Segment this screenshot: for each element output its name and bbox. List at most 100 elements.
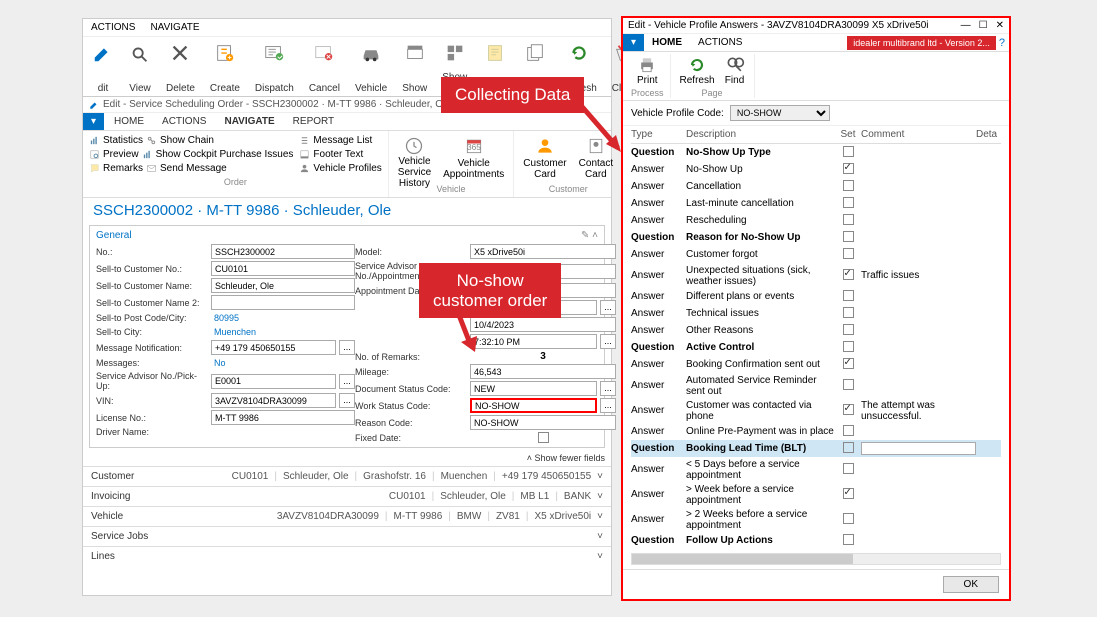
set-checkbox[interactable] (843, 214, 854, 225)
set-checkbox[interactable] (843, 379, 854, 390)
vpa-row[interactable]: Answer< 5 Days before a service appointm… (631, 457, 1001, 482)
set-checkbox[interactable] (843, 307, 854, 318)
field-lookup[interactable]: ... (600, 381, 616, 396)
field-input[interactable] (211, 295, 355, 310)
ribbon-big-item[interactable]: Customer Card (518, 134, 571, 182)
section-row-vehicle[interactable]: Vehicle3AVZV8104DRA30099|M-TT 9986|BMW|Z… (83, 506, 611, 526)
field-link[interactable]: 80995 (211, 312, 242, 324)
set-checkbox[interactable] (843, 463, 854, 474)
refresh-button[interactable]: Refresh (677, 54, 718, 87)
vpa-code-select[interactable]: NO-SHOW (730, 105, 830, 121)
main-file-menu[interactable]: ▾ (83, 113, 104, 130)
section-row-invoicing[interactable]: InvoicingCU0101|Schleuder, Ole|MB L1|BAN… (83, 486, 611, 506)
bg-tb-dit[interactable]: dit (86, 40, 120, 96)
set-checkbox[interactable] (843, 404, 854, 415)
order-item[interactable]: Footer Text (297, 148, 383, 161)
col-deta[interactable]: Deta (976, 129, 1001, 140)
vpa-row[interactable]: AnswerCustomer was contacted via phoneTh… (631, 398, 1001, 423)
field-link[interactable]: No (211, 357, 229, 369)
comment-input[interactable] (861, 442, 976, 455)
section-row-service jobs[interactable]: Service Jobs ˅ (83, 526, 611, 546)
vpa-file-menu[interactable]: ▾ (623, 34, 644, 51)
col-type[interactable]: Type (631, 129, 686, 140)
set-checkbox[interactable] (843, 324, 854, 335)
vpa-row[interactable]: AnswerUnexpected situations (sick, weath… (631, 263, 1001, 288)
col-set[interactable]: Set (835, 129, 861, 140)
bg-nav-navigate[interactable]: NAVIGATE (150, 22, 199, 33)
field-input[interactable] (211, 244, 355, 259)
vpa-row[interactable]: AnswerOnline Pre-Payment was in place (631, 423, 1001, 440)
field-input[interactable] (211, 393, 336, 408)
vpa-row[interactable]: Answer> Week before a service appointmen… (631, 482, 1001, 507)
set-checkbox[interactable] (843, 197, 854, 208)
horizontal-scrollbar[interactable] (631, 553, 1001, 565)
vpa-row[interactable]: AnswerCancellation (631, 178, 1001, 195)
section-gear-icon[interactable]: ✎ ˄ (581, 230, 598, 241)
set-checkbox[interactable] (843, 341, 854, 352)
section-row-customer[interactable]: CustomerCU0101|Schleuder, Ole|Grashofstr… (83, 466, 611, 486)
set-checkbox[interactable] (843, 442, 854, 453)
order-item[interactable]: Vehicle Profiles (297, 162, 383, 175)
vpa-row[interactable]: AnswerRescheduling (631, 212, 1001, 229)
vpa-row[interactable]: QuestionNo-Show Up Type (631, 144, 1001, 161)
vpa-row[interactable]: QuestionReason for No-Show Up (631, 229, 1001, 246)
vpa-row[interactable]: AnswerCustomer forgot (631, 246, 1001, 263)
field-link[interactable]: Muenchen (211, 326, 259, 338)
set-checkbox[interactable] (843, 231, 854, 242)
field-lookup[interactable]: ... (600, 398, 616, 413)
col-description[interactable]: Description (686, 129, 835, 140)
vpa-row[interactable]: AnswerNo-Show Up (631, 161, 1001, 178)
minimize-icon[interactable]: ― (961, 20, 971, 31)
bg-tb-vehicle[interactable]: Vehicle (349, 40, 393, 96)
order-item[interactable]: RemarksSend Message (87, 162, 295, 175)
field-lookup[interactable]: ... (600, 300, 616, 315)
bg-tb-dispatch[interactable]: Dispatch (249, 40, 300, 96)
field-input[interactable] (470, 244, 616, 259)
vpa-tab-home[interactable]: HOME (644, 34, 690, 51)
set-checkbox[interactable] (843, 488, 854, 499)
bg-tb-view[interactable]: View (123, 40, 157, 96)
vpa-row[interactable]: AnswerBooking Confirmation sent out (631, 356, 1001, 373)
help-icon[interactable]: ? (999, 37, 1005, 49)
bg-nav-actions[interactable]: ACTIONS (91, 22, 135, 33)
field-lookup[interactable]: ... (339, 393, 355, 408)
section-row-lines[interactable]: Lines ˅ (83, 546, 611, 566)
vpa-row[interactable]: QuestionFollow Up Actions (631, 532, 1001, 549)
col-comment[interactable]: Comment (861, 129, 976, 140)
field-input[interactable] (211, 340, 336, 355)
set-checkbox[interactable] (843, 180, 854, 191)
set-checkbox[interactable] (843, 358, 854, 369)
field-input[interactable] (211, 410, 355, 425)
set-checkbox[interactable] (843, 425, 854, 436)
field-input[interactable] (470, 317, 616, 332)
field-input[interactable] (211, 261, 355, 276)
print-button[interactable]: Print (634, 54, 661, 87)
find-button[interactable]: Find (722, 54, 748, 87)
maximize-icon[interactable]: ☐ (979, 20, 988, 31)
set-checkbox[interactable] (843, 146, 854, 157)
vpa-row[interactable]: AnswerTechnical issues (631, 305, 1001, 322)
field-input[interactable] (211, 278, 355, 293)
field-input[interactable] (470, 381, 597, 396)
order-item[interactable]: PreviewShow Cockpit Purchase Issues (87, 148, 295, 161)
field-input[interactable] (470, 334, 597, 349)
set-checkbox[interactable] (843, 290, 854, 301)
bg-tb-cancel[interactable]: Cancel (303, 40, 346, 96)
field-input[interactable] (470, 364, 616, 379)
set-checkbox[interactable] (843, 513, 854, 524)
tab-navigate[interactable]: NAVIGATE (216, 113, 282, 130)
vpa-row[interactable]: AnswerLast-minute cancellation (631, 195, 1001, 212)
set-checkbox[interactable] (843, 269, 854, 280)
order-item[interactable]: StatisticsShow Chain (87, 134, 295, 147)
bg-tb-show[interactable]: Show (396, 40, 433, 96)
tab-report[interactable]: REPORT (285, 113, 343, 130)
vpa-row[interactable]: Answer> 2 Weeks before a service appoint… (631, 507, 1001, 532)
vpa-row[interactable]: AnswerAutomated Service Reminder sent ou… (631, 373, 1001, 398)
field-input[interactable] (211, 374, 336, 389)
field-input[interactable] (470, 415, 616, 430)
order-item[interactable]: Message List (297, 134, 383, 147)
section-header[interactable]: General ✎ ˄ (96, 230, 598, 241)
close-icon[interactable]: ✕ (996, 20, 1004, 31)
ok-button[interactable]: OK (943, 576, 999, 593)
vpa-tab-actions[interactable]: ACTIONS (690, 34, 750, 51)
